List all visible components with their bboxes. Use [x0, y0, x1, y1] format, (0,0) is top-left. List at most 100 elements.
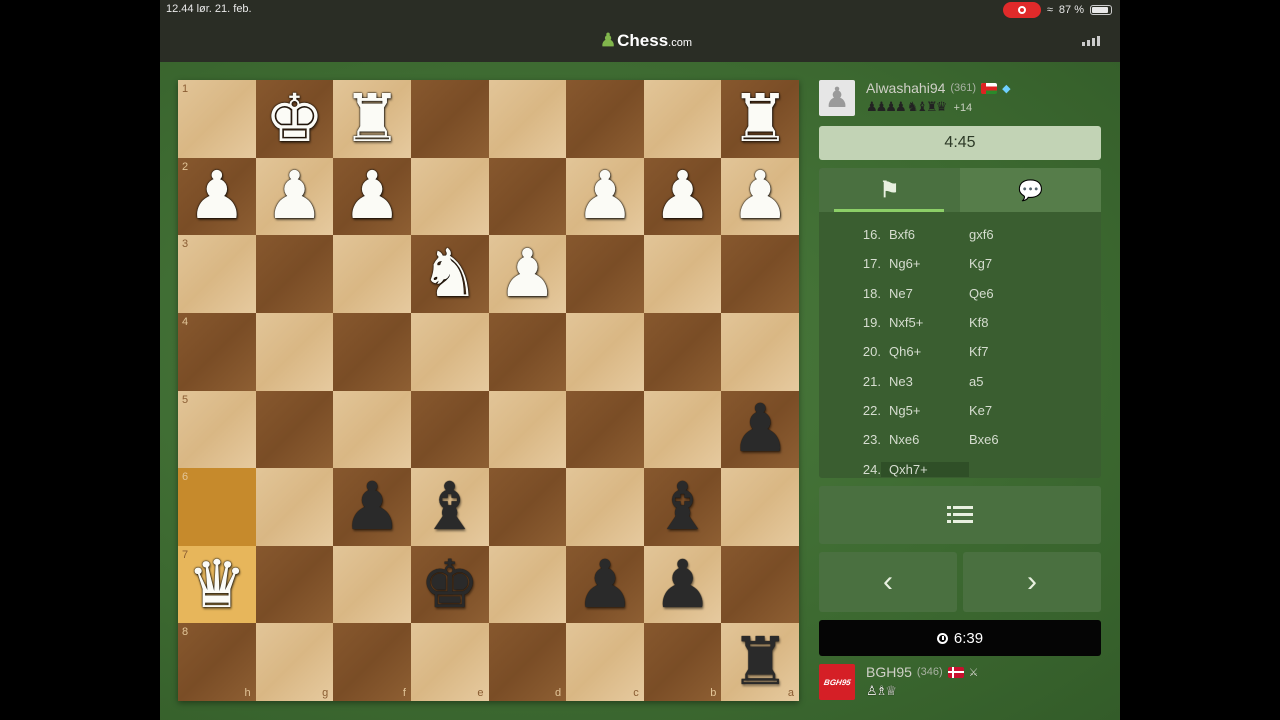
square-b3[interactable]: [643, 235, 722, 313]
next-move-button[interactable]: ›: [963, 552, 1101, 612]
white-move[interactable]: Ng6+: [881, 256, 969, 271]
square-h1[interactable]: 1: [178, 80, 256, 158]
square-h4[interactable]: 4: [178, 312, 256, 391]
square-g4[interactable]: [255, 312, 334, 391]
black-pawn-icon[interactable]: ♟: [731, 396, 790, 462]
square-e7[interactable]: ♚: [410, 545, 489, 624]
square-c6[interactable]: [566, 468, 644, 546]
square-e4[interactable]: [410, 312, 489, 391]
square-e6[interactable]: ♝: [410, 468, 489, 546]
opponent-name[interactable]: Alwashahi94: [866, 80, 945, 96]
square-c7[interactable]: ♟: [566, 545, 644, 624]
square-f3[interactable]: [333, 235, 411, 313]
black-pawn-icon[interactable]: ♟: [342, 473, 401, 540]
square-c1[interactable]: [566, 80, 644, 158]
square-c3[interactable]: [566, 235, 644, 313]
square-c2[interactable]: ♟: [566, 157, 644, 236]
white-pawn-icon[interactable]: ♟: [187, 163, 246, 229]
square-h8[interactable]: 8h: [178, 623, 256, 701]
square-d3[interactable]: ♟: [488, 235, 567, 313]
black-pawn-icon[interactable]: ♟: [575, 551, 634, 618]
connection-strength-icon[interactable]: [1082, 36, 1100, 46]
white-pawn-icon[interactable]: ♟: [342, 163, 401, 229]
white-move[interactable]: Ne3: [881, 374, 969, 389]
white-move[interactable]: Qxh7+: [881, 461, 969, 477]
square-a8[interactable]: a ♜: [721, 623, 799, 701]
white-move[interactable]: Nxf5+: [881, 315, 969, 330]
square-b1[interactable]: [643, 80, 722, 158]
square-h7[interactable]: 7 ♛: [178, 545, 256, 624]
square-f1[interactable]: ♜: [333, 80, 411, 158]
black-move[interactable]: Kf7: [969, 344, 1049, 359]
square-b4[interactable]: [643, 312, 722, 391]
white-pawn-icon[interactable]: ♟: [731, 163, 790, 229]
square-g5[interactable]: [255, 390, 334, 469]
white-move[interactable]: Ne7: [881, 286, 969, 301]
white-king-icon[interactable]: ♚: [265, 85, 324, 152]
tab-chat[interactable]: 💬: [960, 168, 1101, 212]
white-pawn-icon[interactable]: ♟: [265, 163, 324, 229]
square-f4[interactable]: [333, 312, 411, 391]
square-b2[interactable]: ♟: [643, 157, 722, 236]
black-pawn-icon[interactable]: ♟: [653, 551, 712, 618]
square-h5[interactable]: 5: [178, 390, 256, 469]
square-f5[interactable]: [333, 390, 411, 469]
previous-move-button[interactable]: ‹: [819, 552, 957, 612]
black-move[interactable]: Bxe6: [969, 432, 1049, 447]
white-pawn-icon[interactable]: ♟: [498, 241, 557, 307]
black-move[interactable]: Kg7: [969, 256, 1049, 271]
square-e2[interactable]: [410, 157, 489, 236]
white-queen-icon[interactable]: ♛: [187, 551, 246, 618]
square-a1[interactable]: ♜: [721, 80, 799, 158]
white-pawn-icon[interactable]: ♟: [653, 163, 712, 229]
chess-board[interactable]: 1 ♚ ♜ ♜ 2 ♟ ♟ ♟ ♟ ♟ ♟ 3 ♞ ♟ 4 5 ♟ 6 ♟ ♝ ♝ 7 ♛ ♚ ♟ ♟ 8 h g f e d c b a ♜: [178, 80, 799, 701]
black-move[interactable]: Kf8: [969, 315, 1049, 330]
opponent-avatar[interactable]: ♟: [819, 80, 855, 116]
black-bishop-icon[interactable]: ♝: [653, 473, 712, 540]
square-a2[interactable]: ♟: [721, 157, 799, 236]
white-move[interactable]: Nxe6: [881, 432, 969, 447]
square-f2[interactable]: ♟: [333, 157, 411, 236]
square-f7[interactable]: [333, 545, 411, 624]
square-h2[interactable]: 2 ♟: [178, 157, 256, 236]
square-d4[interactable]: [488, 312, 567, 391]
square-d1[interactable]: [488, 80, 567, 158]
square-e1[interactable]: [410, 80, 489, 158]
square-c4[interactable]: [566, 312, 644, 391]
square-g3[interactable]: [255, 235, 334, 313]
black-king-icon[interactable]: ♚: [420, 551, 479, 618]
square-b7[interactable]: ♟: [643, 545, 722, 624]
square-e3[interactable]: ♞: [410, 235, 489, 313]
player-name[interactable]: BGH95: [866, 664, 912, 680]
white-knight-icon[interactable]: ♞: [420, 241, 479, 307]
square-f8[interactable]: f: [333, 623, 411, 701]
black-rook-icon[interactable]: ♜: [731, 629, 790, 695]
square-c5[interactable]: [566, 390, 644, 469]
square-g6[interactable]: [255, 468, 334, 546]
square-c8[interactable]: c: [566, 623, 644, 701]
black-move[interactable]: gxf6: [969, 227, 1049, 242]
move-list-menu-button[interactable]: [819, 486, 1101, 544]
square-a7[interactable]: [721, 545, 799, 624]
square-d7[interactable]: [488, 545, 567, 624]
square-h3[interactable]: 3: [178, 235, 256, 313]
square-g7[interactable]: [255, 545, 334, 624]
black-bishop-icon[interactable]: ♝: [420, 473, 479, 540]
white-move[interactable]: Ng5+: [881, 403, 969, 418]
white-rook-icon[interactable]: ♜: [731, 85, 790, 152]
square-b8[interactable]: b: [643, 623, 722, 701]
player-avatar[interactable]: BGH95: [819, 664, 855, 700]
tab-moves[interactable]: ⚑: [819, 168, 960, 212]
black-move[interactable]: a5: [969, 374, 1049, 389]
square-h6[interactable]: 6: [178, 468, 256, 546]
square-f6[interactable]: ♟: [333, 468, 411, 546]
square-a5[interactable]: ♟: [721, 390, 799, 469]
black-move[interactable]: Qe6: [969, 286, 1049, 301]
white-move[interactable]: Bxf6: [881, 227, 969, 242]
square-g1[interactable]: ♚: [255, 80, 334, 158]
black-move[interactable]: Ke7: [969, 403, 1049, 418]
square-a4[interactable]: [721, 312, 799, 391]
square-d6[interactable]: [488, 468, 567, 546]
square-a6[interactable]: [721, 468, 799, 546]
white-move[interactable]: Qh6+: [881, 344, 969, 359]
